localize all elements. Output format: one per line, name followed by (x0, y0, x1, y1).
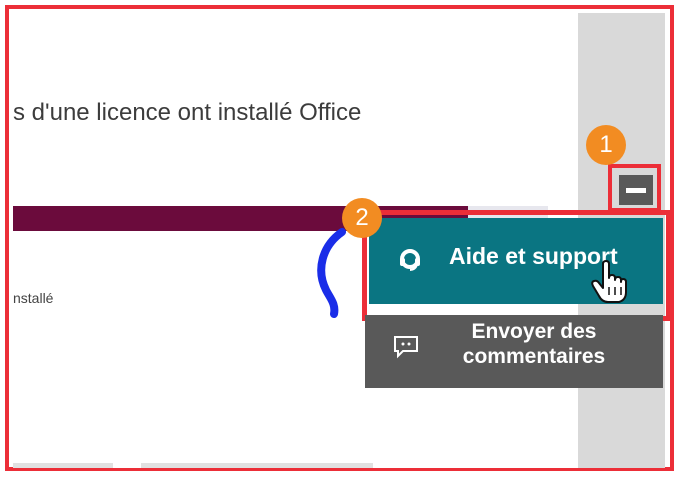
legend-label: nstallé (13, 290, 54, 306)
comment-icon (394, 336, 418, 359)
send-feedback-menu-item[interactable]: Envoyer des commentaires (365, 315, 663, 388)
step-callout-2: 2 (342, 198, 382, 238)
blue-annotation-stroke (317, 228, 346, 318)
page-headline: s d'une licence ont installé Office (13, 99, 362, 126)
send-feedback-label: Envoyer des commentaires (462, 320, 606, 368)
bottom-tab[interactable] (141, 463, 373, 468)
collapse-button[interactable] (619, 175, 653, 205)
hand-pointer-icon (591, 260, 627, 303)
bottom-tab[interactable] (13, 463, 113, 468)
minus-icon (626, 188, 646, 193)
step-callout-1: 1 (586, 125, 626, 165)
